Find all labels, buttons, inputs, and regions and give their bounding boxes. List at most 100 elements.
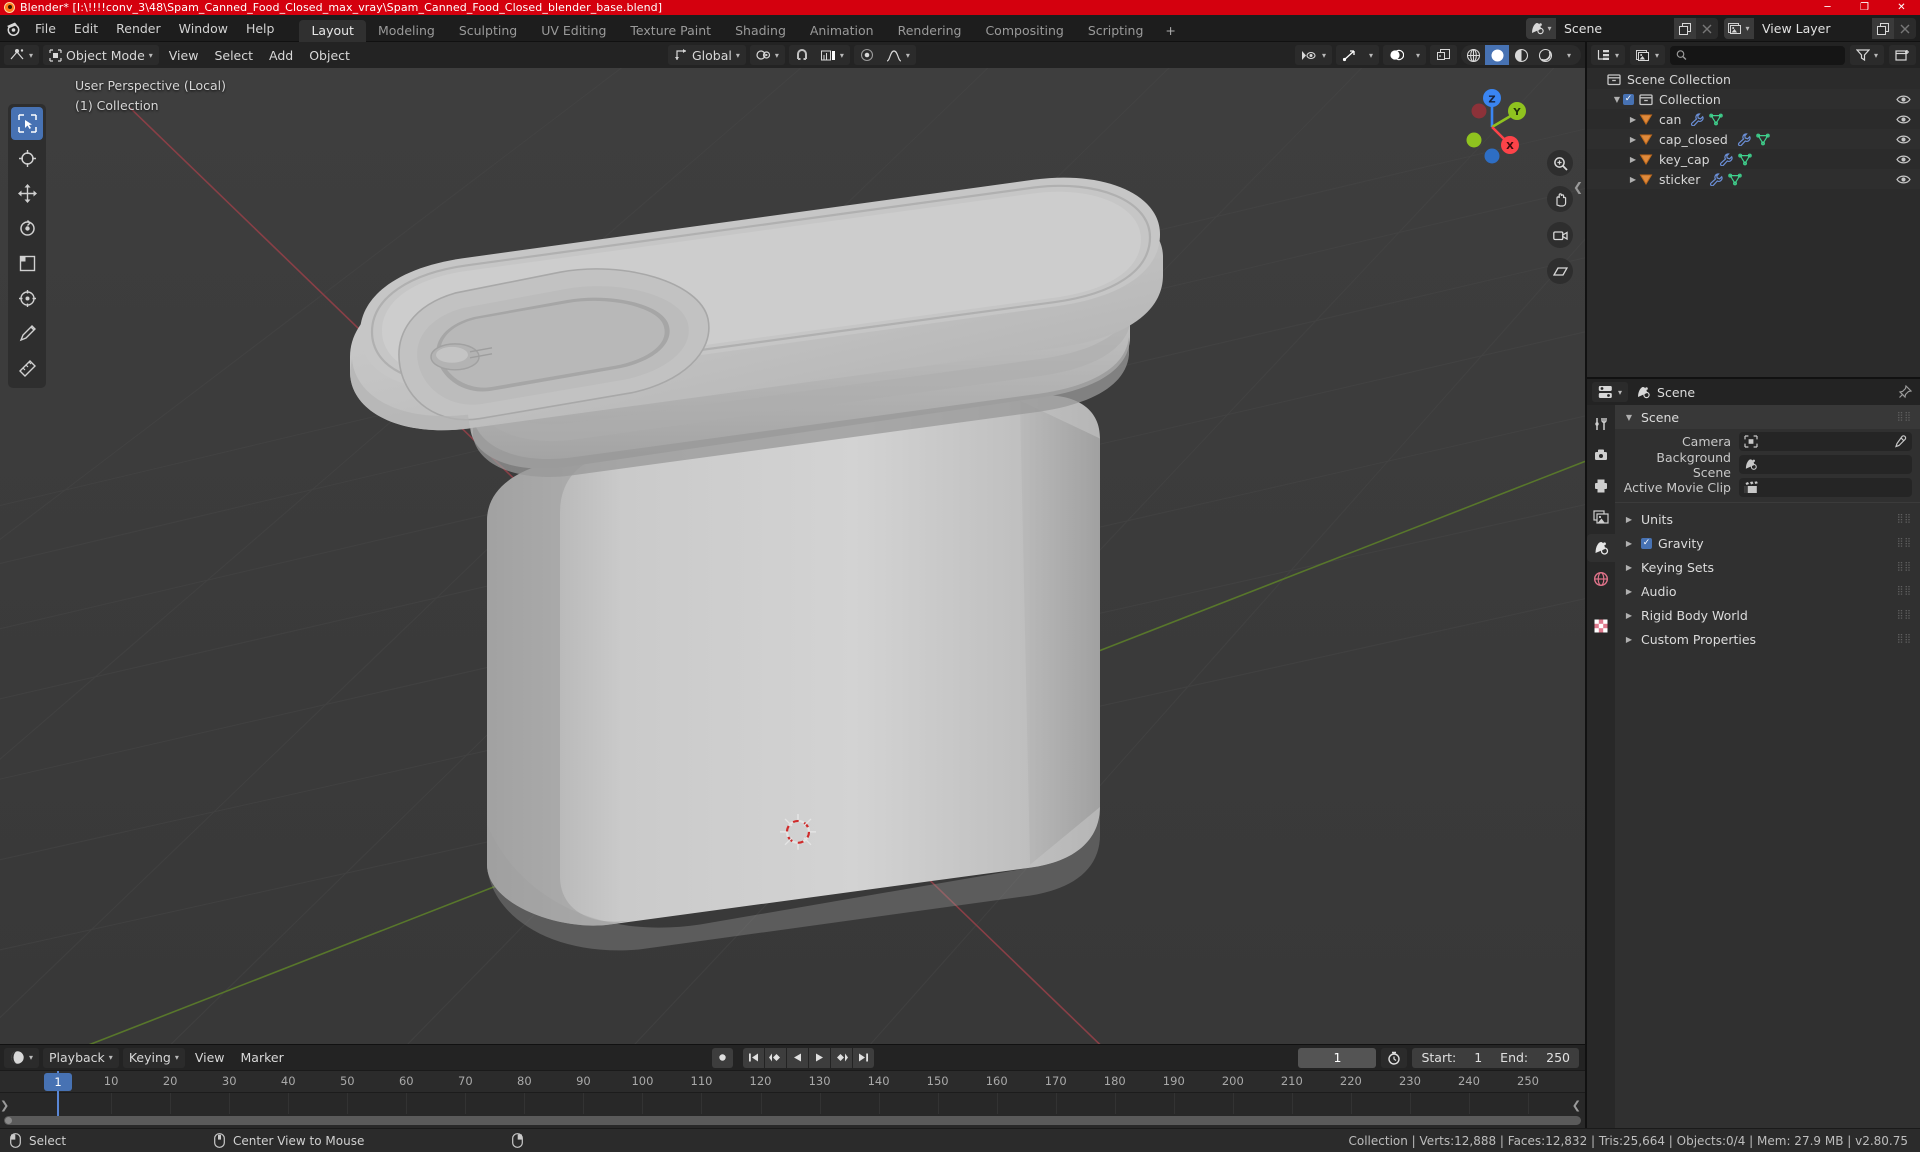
expand-toggle-icon[interactable]: ▶	[1627, 175, 1639, 184]
timeline-menu-view[interactable]: View	[189, 1048, 231, 1068]
remove-view-layer-button[interactable]	[1894, 18, 1916, 39]
eyedropper-icon[interactable]	[1893, 434, 1907, 449]
overlay-group[interactable]: ▾	[1382, 45, 1426, 65]
view-layer-icon[interactable]: ▾	[1724, 18, 1754, 39]
main-menu[interactable]: File Edit Render Window Help	[26, 15, 283, 41]
proportional-edit-icon[interactable]	[854, 45, 880, 65]
field-active-movie-clip-input[interactable]	[1739, 478, 1912, 497]
tab-scripting[interactable]: Scripting	[1076, 20, 1156, 42]
mesh-data-icon[interactable]	[1728, 173, 1743, 186]
navigation-gizmo[interactable]: Z Y X	[1449, 84, 1535, 170]
jump-to-end-button[interactable]	[852, 1047, 874, 1068]
tool-move-icon[interactable]	[11, 177, 43, 210]
snap-target-dropdown[interactable]: ▾	[815, 45, 850, 65]
view-layer-name-field[interactable]: View Layer	[1754, 18, 1872, 39]
tab-uv-editing[interactable]: UV Editing	[529, 20, 618, 42]
current-frame-field[interactable]: 1	[1298, 1047, 1377, 1068]
playhead-frame-box[interactable]: 1	[44, 1073, 72, 1091]
gravity-checkbox[interactable]: ✓	[1641, 537, 1652, 549]
panel-keying-sets[interactable]: ▶ Keying Sets ⣿⣿	[1615, 555, 1920, 579]
playback-controls[interactable]	[711, 1047, 874, 1068]
next-keyframe-button[interactable]	[830, 1047, 852, 1068]
new-view-layer-button[interactable]	[1872, 18, 1894, 39]
field-background-scene[interactable]: Background Scene	[1623, 450, 1912, 480]
xray-toggle-icon[interactable]	[1430, 45, 1457, 65]
panel-rigid-body-world[interactable]: ▶ Rigid Body World ⣿⣿	[1615, 603, 1920, 627]
visibility-eye-icon[interactable]	[1896, 114, 1911, 125]
show-gizmo-icon[interactable]	[1336, 45, 1363, 65]
timeline-ruler[interactable]: 1102030405060708090100110120130140150160…	[0, 1071, 1585, 1093]
viewport-toolbar[interactable]	[8, 104, 46, 388]
maximize-button[interactable]: ❐	[1846, 0, 1883, 15]
outliner-row-collection[interactable]: ▼ ✓ Collection	[1587, 89, 1920, 109]
tab-scene-properties[interactable]	[1587, 534, 1615, 562]
modifier-icon[interactable]	[1737, 132, 1751, 146]
tab-view-layer-properties[interactable]	[1587, 503, 1615, 531]
pan-hand-icon[interactable]	[1547, 186, 1573, 212]
frame-range-controls[interactable]: 1 Start: 1 End: 250	[1298, 1047, 1579, 1068]
properties-editor-type-button[interactable]: ▾	[1592, 382, 1629, 402]
expand-toggle-icon[interactable]: ▶	[1627, 115, 1639, 124]
tool-scale-icon[interactable]	[11, 247, 43, 280]
3d-viewport[interactable]: User Perspective (Local) (1) Collection	[0, 68, 1585, 1044]
frame-start-value[interactable]: 1	[1465, 1048, 1491, 1068]
shading-solid-icon[interactable]	[1485, 45, 1509, 65]
timeline-right-toggle[interactable]: ❮	[1572, 1099, 1581, 1112]
viewport-menu-view[interactable]: View	[163, 45, 205, 65]
scene-icon[interactable]: ▾	[1526, 18, 1556, 39]
outliner-display-mode-button[interactable]: ▾	[1630, 45, 1666, 65]
outliner-search-input[interactable]	[1670, 45, 1845, 65]
window-controls[interactable]: ─ ❐ ✕	[1809, 0, 1920, 15]
visibility-group[interactable]: ▾	[1294, 45, 1332, 65]
mesh-data-icon[interactable]	[1709, 113, 1724, 126]
tab-render-properties[interactable]	[1587, 441, 1615, 469]
timeline-menu-keying[interactable]: Keying ▾	[122, 1047, 185, 1068]
panel-custom-properties[interactable]: ▶ Custom Properties ⣿⣿	[1615, 627, 1920, 651]
editor-type-button[interactable]: ▾	[4, 45, 40, 65]
play-reverse-button[interactable]	[786, 1047, 808, 1068]
tab-output-properties[interactable]	[1587, 472, 1615, 500]
outliner-row-data-icons[interactable]	[1719, 152, 1752, 166]
orthographic-toggle-icon[interactable]	[1547, 258, 1573, 284]
outliner-row-data-icons[interactable]	[1737, 132, 1770, 146]
visibility-eye-icon[interactable]	[1896, 94, 1911, 105]
panel-scene[interactable]: ▼ Scene ⣿⣿	[1615, 405, 1920, 429]
overlay-dropdown[interactable]: ▾	[1410, 45, 1426, 65]
properties-tab-strip[interactable]	[1587, 405, 1615, 1128]
menu-edit[interactable]: Edit	[65, 18, 107, 39]
panel-gravity[interactable]: ▶ ✓ Gravity ⣿⣿	[1615, 531, 1920, 555]
viewport-nav-icons[interactable]	[1547, 150, 1573, 284]
tab-layout[interactable]: Layout	[299, 19, 366, 42]
modifier-icon[interactable]	[1709, 172, 1723, 186]
timeline-sidebar-toggle[interactable]: ❯	[0, 1099, 9, 1112]
add-workspace-button[interactable]: +	[1155, 20, 1185, 42]
tool-select-box-icon[interactable]	[11, 107, 43, 140]
tool-rotate-icon[interactable]	[11, 212, 43, 245]
transform-orientation-dropdown[interactable]: Global ▾	[668, 45, 746, 65]
play-button[interactable]	[808, 1047, 830, 1068]
scene-name-field[interactable]: Scene	[1556, 18, 1674, 39]
outliner-row-cap-closed[interactable]: ▶ cap_closed	[1587, 129, 1920, 149]
expand-toggle-icon[interactable]: ▶	[1627, 155, 1639, 164]
mesh-data-icon[interactable]	[1737, 153, 1752, 166]
tool-transform-icon[interactable]	[11, 282, 43, 315]
new-scene-button[interactable]	[1674, 18, 1696, 39]
timeline-body[interactable]: 1102030405060708090100110120130140150160…	[0, 1070, 1585, 1128]
menu-window[interactable]: Window	[170, 18, 237, 39]
view-layer-selector[interactable]: ▾ View Layer	[1724, 18, 1916, 39]
minimize-button[interactable]: ─	[1809, 0, 1846, 15]
modifier-icon[interactable]	[1719, 152, 1733, 166]
shading-material-preview-icon[interactable]	[1509, 45, 1533, 65]
scene-selector[interactable]: ▾ Scene	[1526, 18, 1718, 39]
tab-world-properties[interactable]	[1587, 565, 1615, 593]
field-active-movie-clip[interactable]: Active Movie Clip	[1623, 477, 1912, 498]
blender-logo-icon[interactable]	[0, 15, 26, 42]
outliner-row-key-cap[interactable]: ▶ key_cap	[1587, 149, 1920, 169]
visibility-eye-icon[interactable]	[1896, 154, 1911, 165]
panel-audio[interactable]: ▶ Audio ⣿⣿	[1615, 579, 1920, 603]
shading-dropdown[interactable]: ▾	[1557, 45, 1581, 65]
jump-to-start-button[interactable]	[742, 1047, 764, 1068]
object-mode-dropdown[interactable]: Object Mode ▾	[43, 45, 159, 65]
snap-magnet-icon[interactable]	[789, 45, 815, 65]
shading-modes[interactable]: ▾	[1461, 45, 1581, 65]
